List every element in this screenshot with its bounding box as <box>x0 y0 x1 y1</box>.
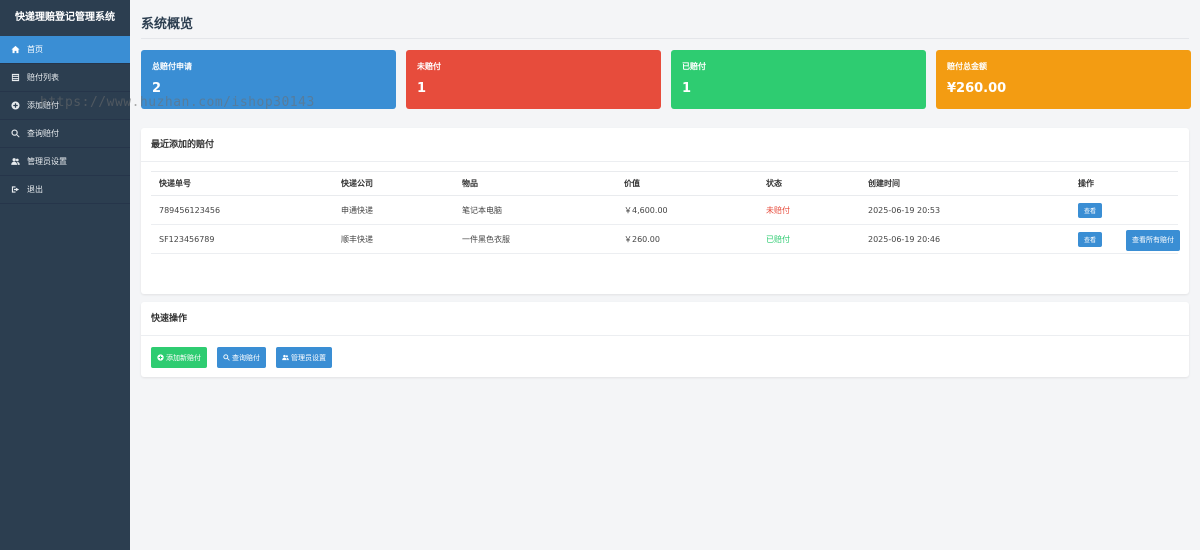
cell-status: 未赔付 <box>758 195 860 225</box>
cell-value: ￥4,600.00 <box>616 195 758 225</box>
main-content: 系统概览 总赔付申请 2 未赔付 1 已赔付 1 赔付总金额 ¥260.00 最… <box>130 0 1200 550</box>
quick-actions-card: 快速操作 添加新赔付 查询赔付 管理员设置 <box>141 302 1189 377</box>
recent-claims-card: 最近添加的赔付 快递单号 快递公司 物品 价值 状态 创建时间 操作 78945… <box>141 128 1189 294</box>
admin-settings-button[interactable]: 管理员设置 <box>276 347 332 368</box>
view-button[interactable]: 查看 <box>1078 231 1103 247</box>
sidebar-item-label: 退出 <box>27 185 43 194</box>
column-header: 物品 <box>454 171 616 196</box>
cell-created: 2025-06-19 20:46 <box>860 224 1070 254</box>
column-header: 价值 <box>616 171 758 196</box>
sign-out-icon <box>10 185 20 195</box>
sidebar-item-admin-settings[interactable]: 管理员设置 <box>0 148 130 176</box>
stat-value: 1 <box>417 81 427 96</box>
sidebar-item-label: 首页 <box>27 45 43 54</box>
stat-label: 未赔付 <box>417 62 441 71</box>
sidebar-item-home[interactable]: 首页 <box>0 36 130 64</box>
sidebar-item-logout[interactable]: 退出 <box>0 176 130 204</box>
sidebar-item-label: 赔付列表 <box>27 73 59 82</box>
view-button[interactable]: 查看 <box>1078 202 1103 218</box>
search-icon <box>223 354 230 361</box>
app-title: 快递理赔登记管理系统 <box>15 12 115 23</box>
table-header-row: 快递单号 快递公司 物品 价值 状态 创建时间 操作 <box>151 171 1178 196</box>
button-label: 查询赔付 <box>232 353 260 362</box>
watermark-text: https://www.huzhan.com/ishop30143 <box>40 95 315 110</box>
plus-circle-icon <box>10 101 20 111</box>
cell-company: 顺丰快递 <box>333 224 454 254</box>
add-claim-button[interactable]: 添加新赔付 <box>151 347 207 368</box>
sidebar: 快递理赔登记管理系统 首页 赔付列表 添加赔付 查询赔付 管理员设置 退出 <box>0 0 130 550</box>
recent-claims-table: 快递单号 快递公司 物品 价值 状态 创建时间 操作 789456123456 … <box>151 171 1178 254</box>
title-divider <box>141 38 1189 39</box>
sidebar-item-claim-list[interactable]: 赔付列表 <box>0 64 130 92</box>
sidebar-item-label: 管理员设置 <box>27 157 67 166</box>
column-header: 状态 <box>758 171 860 196</box>
page-title: 系统概览 <box>141 17 194 32</box>
column-header: 快递单号 <box>151 171 333 196</box>
stat-label: 总赔付申请 <box>152 62 192 71</box>
stat-value: 1 <box>682 81 692 96</box>
stat-card-unpaid: 未赔付 1 <box>406 50 661 109</box>
users-icon <box>10 157 20 167</box>
plus-circle-icon <box>157 354 164 361</box>
home-icon <box>10 45 20 55</box>
cell-created: 2025-06-19 20:53 <box>860 195 1070 225</box>
column-header: 创建时间 <box>860 171 1070 196</box>
button-label: 管理员设置 <box>291 353 326 362</box>
column-header: 操作 <box>1070 171 1178 196</box>
cell-status: 已赔付 <box>758 224 860 254</box>
stat-label: 赔付总金额 <box>947 62 987 71</box>
list-icon <box>10 73 20 83</box>
card-title: 最近添加的赔付 <box>141 128 1189 162</box>
stat-value: 2 <box>152 81 162 96</box>
stat-card-total-amount: 赔付总金额 ¥260.00 <box>936 50 1191 109</box>
sidebar-item-search-claim[interactable]: 查询赔付 <box>0 120 130 148</box>
cell-tracking: 789456123456 <box>151 195 333 225</box>
cell-item: 一件黑色衣服 <box>454 224 616 254</box>
stat-value: ¥260.00 <box>947 81 1007 96</box>
card-title: 快速操作 <box>141 302 1189 336</box>
sidebar-item-label: 查询赔付 <box>27 129 59 138</box>
cell-value: ￥260.00 <box>616 224 758 254</box>
table-row: 789456123456 申通快递 笔记本电脑 ￥4,600.00 未赔付 20… <box>151 195 1178 225</box>
column-header: 快递公司 <box>333 171 454 196</box>
search-claim-button[interactable]: 查询赔付 <box>217 347 266 368</box>
button-label: 添加新赔付 <box>166 353 201 362</box>
quick-actions: 添加新赔付 查询赔付 管理员设置 <box>151 347 342 368</box>
cell-item: 笔记本电脑 <box>454 195 616 225</box>
users-icon <box>282 354 289 361</box>
stat-label: 已赔付 <box>682 62 706 71</box>
view-all-claims-button[interactable]: 查看所有赔付 <box>1126 230 1180 251</box>
table-row: SF123456789 顺丰快递 一件黑色衣服 ￥260.00 已赔付 2025… <box>151 224 1178 254</box>
cell-company: 申通快递 <box>333 195 454 225</box>
cell-tracking: SF123456789 <box>151 224 333 254</box>
search-icon <box>10 129 20 139</box>
stat-card-paid: 已赔付 1 <box>671 50 926 109</box>
